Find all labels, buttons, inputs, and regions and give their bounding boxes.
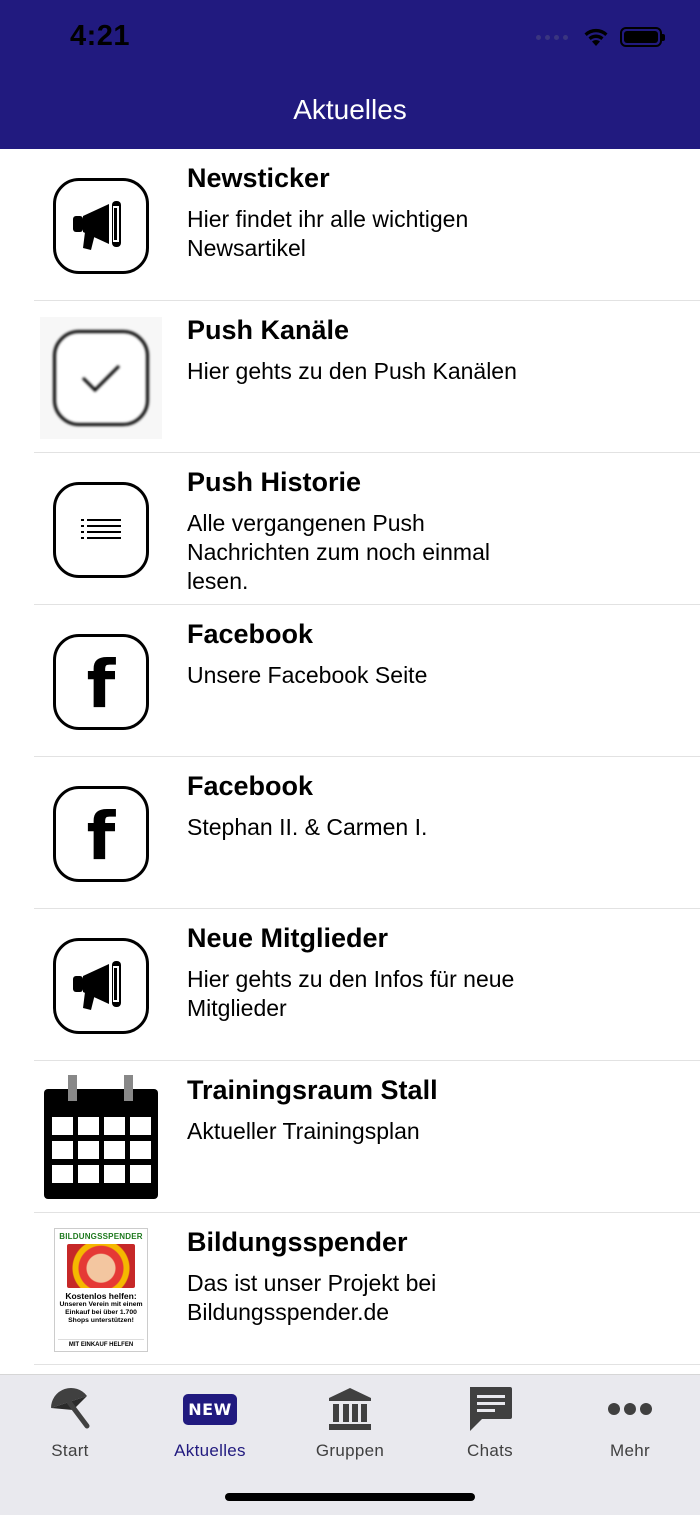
- list-item-facebook[interactable]: f Facebook Unsere Facebook Seite: [0, 605, 700, 757]
- status-time: 4:21: [70, 20, 131, 52]
- tab-label: Gruppen: [315, 1441, 385, 1460]
- item-title: Push Historie: [187, 467, 362, 497]
- item-subtitle: Hier gehts zu den Infos für neue Mitglie…: [187, 966, 515, 1021]
- tab-mehr[interactable]: Mehr: [560, 1383, 700, 1461]
- facebook-icon: f: [53, 634, 149, 730]
- page-title: Aktuelles: [293, 94, 407, 125]
- more-icon: [608, 1403, 652, 1415]
- thumbnail-text: Unseren Verein mit einem Einkauf bei übe…: [59, 1301, 143, 1324]
- list-item-neue-mitglieder[interactable]: Neue Mitglieder Hier gehts zu den Infos …: [0, 909, 700, 1061]
- thumbnail-photo: [67, 1244, 135, 1288]
- item-title: Push Kanäle: [187, 315, 350, 345]
- tab-gruppen[interactable]: Gruppen: [280, 1383, 420, 1461]
- list-icon: [53, 482, 149, 578]
- item-subtitle: Stephan II. & Carmen I.: [187, 814, 428, 840]
- chat-icon: [470, 1387, 512, 1431]
- list-item-newsticker[interactable]: Newsticker Hier findet ihr alle wichtige…: [0, 149, 700, 301]
- bildungsspender-thumbnail: BILDUNGSSPENDER Kostenlos helfen: Unsere…: [54, 1228, 148, 1352]
- item-title: Neue Mitglieder: [187, 923, 389, 953]
- facebook-icon: f: [53, 786, 149, 882]
- item-title: Newsticker: [187, 163, 330, 193]
- item-subtitle: Unsere Facebook Seite: [187, 662, 428, 688]
- calendar-icon: [44, 1075, 158, 1199]
- tab-label: Start: [51, 1441, 89, 1460]
- item-title: Bildungsspender: [187, 1227, 408, 1257]
- item-subtitle: Hier findet ihr alle wichtigen Newsartik…: [187, 206, 469, 261]
- list-item-push-historie[interactable]: Push Historie Alle vergangenen Push Nach…: [0, 453, 700, 605]
- item-title: Facebook: [187, 771, 314, 801]
- list-item-facebook-2[interactable]: f Facebook Stephan II. & Carmen I.: [0, 757, 700, 909]
- tab-aktuelles[interactable]: NEW Aktuelles: [140, 1383, 280, 1461]
- wifi-icon: [584, 28, 608, 46]
- tab-label: Chats: [467, 1441, 513, 1460]
- umbrella-icon: [51, 1388, 90, 1429]
- checkmark-icon: [53, 330, 149, 426]
- tab-label: Aktuelles: [174, 1441, 246, 1460]
- item-subtitle: Alle vergangenen Push Nachrichten zum no…: [187, 510, 490, 594]
- thumbnail-bold-text: Kostenlos helfen:: [65, 1291, 137, 1301]
- megaphone-icon: [53, 938, 149, 1034]
- item-subtitle: Aktueller Trainingsplan: [187, 1118, 420, 1144]
- item-title: Facebook: [187, 619, 314, 649]
- new-badge-icon: NEW: [183, 1393, 237, 1425]
- list-item-bildungsspender[interactable]: BILDUNGSSPENDER Kostenlos helfen: Unsere…: [0, 1213, 700, 1365]
- news-list: Newsticker Hier findet ihr alle wichtige…: [0, 149, 700, 1365]
- institution-icon: [329, 1388, 371, 1430]
- battery-icon: [620, 27, 665, 47]
- list-item-push-kanaele[interactable]: Push Kanäle Hier gehts zu den Push Kanäl…: [0, 301, 700, 453]
- tab-label: Mehr: [610, 1441, 650, 1460]
- nav-header: 4:21 Aktuelles: [0, 0, 700, 149]
- item-subtitle: Das ist unser Projekt bei Bildungsspende…: [187, 1270, 437, 1325]
- thumbnail-footer: MIT EINKAUF HELFEN: [58, 1339, 144, 1348]
- cellular-signal-icon: [536, 34, 568, 40]
- status-indicators: [536, 26, 665, 48]
- thumbnail-heading: BILDUNGSSPENDER: [59, 1232, 143, 1241]
- item-subtitle: Hier gehts zu den Push Kanälen: [187, 358, 517, 384]
- list-item-trainingsraum[interactable]: Trainingsraum Stall Aktueller Trainingsp…: [0, 1061, 700, 1213]
- megaphone-icon: [53, 178, 149, 274]
- home-indicator[interactable]: [225, 1493, 475, 1501]
- tab-start[interactable]: Start: [0, 1383, 140, 1461]
- tab-chats[interactable]: Chats: [420, 1383, 560, 1461]
- item-title: Trainingsraum Stall: [187, 1075, 438, 1105]
